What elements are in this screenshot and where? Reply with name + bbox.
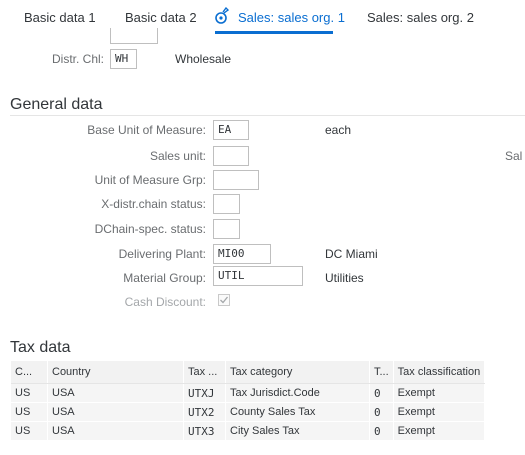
dchain-status-field[interactable] bbox=[213, 219, 240, 239]
sales-tab-icon bbox=[214, 6, 230, 25]
cell-tax-class-code[interactable]: 0 bbox=[369, 402, 394, 422]
cell-tax-type: UTXJ bbox=[183, 383, 226, 403]
material-group-description: Utilities bbox=[325, 271, 364, 285]
base-uom-description: each bbox=[325, 123, 352, 137]
tax-data-title: Tax data bbox=[10, 339, 71, 356]
tab-bar: Basic data 1 Basic data 2 Sales: sales o… bbox=[0, 0, 525, 34]
column-header-country[interactable]: Country bbox=[47, 361, 184, 384]
cell-country-key: US bbox=[11, 383, 48, 403]
cell-tax-class-code[interactable]: 0 bbox=[369, 421, 394, 441]
cell-tax-category: Tax Jurisdict.Code bbox=[225, 383, 370, 403]
tab-basic-data-2[interactable]: Basic data 2 bbox=[125, 10, 197, 25]
cell-tax-classification: Exempt bbox=[393, 421, 486, 441]
tab-basic-data-1[interactable]: Basic data 1 bbox=[24, 10, 96, 25]
column-header-tax-class-code[interactable]: T... bbox=[369, 361, 394, 384]
sales-unit-field[interactable] bbox=[213, 146, 249, 166]
general-data-title: General data bbox=[10, 96, 103, 113]
general-data-divider bbox=[10, 115, 525, 116]
cell-country: USA bbox=[47, 383, 184, 403]
sales-unit-cut-label: Sal bbox=[505, 149, 523, 163]
cell-tax-category: City Sales Tax bbox=[225, 421, 370, 441]
sales-unit-label: Sales unit: bbox=[149, 149, 206, 163]
column-header-tax-type[interactable]: Tax ... bbox=[183, 361, 226, 384]
table-row[interactable]: US USA UTX3 City Sales Tax 0 Exempt bbox=[11, 421, 486, 441]
cell-tax-type: UTX2 bbox=[183, 402, 226, 422]
cash-discount-label: Cash Discount: bbox=[124, 295, 206, 309]
tab-sales-org-2[interactable]: Sales: sales org. 2 bbox=[367, 10, 474, 25]
table-row[interactable]: US USA UTX2 County Sales Tax 0 Exempt bbox=[11, 402, 486, 422]
cell-tax-category: County Sales Tax bbox=[225, 402, 370, 422]
cell-country-key: US bbox=[11, 421, 48, 441]
tax-data-table: C... Country Tax ... Tax category T... T… bbox=[11, 361, 486, 441]
delivering-plant-label: Delivering Plant: bbox=[118, 247, 206, 261]
base-uom-label: Base Unit of Measure: bbox=[87, 123, 206, 137]
column-header-country-key[interactable]: C... bbox=[11, 361, 48, 384]
checkmark-icon bbox=[220, 296, 229, 304]
tab-sales-org-1[interactable]: Sales: sales org. 1 bbox=[238, 10, 345, 25]
distr-chl-label: Distr. Chl: bbox=[51, 52, 104, 66]
uom-group-field[interactable] bbox=[213, 170, 259, 190]
uom-group-label: Unit of Measure Grp: bbox=[94, 173, 206, 187]
cell-tax-class-code[interactable]: 0 bbox=[369, 383, 394, 403]
material-group-label: Material Group: bbox=[123, 271, 206, 285]
delivering-plant-field[interactable]: MI00 bbox=[213, 244, 271, 264]
column-header-tax-category[interactable]: Tax category bbox=[225, 361, 370, 384]
cut-off-field[interactable] bbox=[110, 28, 158, 44]
delivering-plant-description: DC Miami bbox=[325, 247, 378, 261]
material-group-field[interactable]: UTIL bbox=[213, 266, 303, 286]
distr-chl-description: Wholesale bbox=[175, 52, 232, 66]
cell-country: USA bbox=[47, 402, 184, 422]
xdistr-status-field[interactable] bbox=[213, 194, 240, 214]
column-header-tax-classification[interactable]: Tax classification bbox=[393, 361, 486, 384]
active-tab-indicator bbox=[215, 31, 333, 34]
cell-tax-classification: Exempt bbox=[393, 383, 486, 403]
cell-country: USA bbox=[47, 421, 184, 441]
base-uom-field[interactable]: EA bbox=[213, 120, 249, 140]
cash-discount-checkbox[interactable] bbox=[218, 294, 230, 306]
cell-tax-classification: Exempt bbox=[393, 402, 486, 422]
dchain-status-label: DChain-spec. status: bbox=[94, 222, 206, 236]
xdistr-status-label: X-distr.chain status: bbox=[101, 197, 206, 211]
cell-tax-type: UTX3 bbox=[183, 421, 226, 441]
distr-chl-field[interactable]: WH bbox=[110, 49, 137, 69]
cell-country-key: US bbox=[11, 402, 48, 422]
tax-table-header: C... Country Tax ... Tax category T... T… bbox=[11, 361, 486, 384]
table-row[interactable]: US USA UTXJ Tax Jurisdict.Code 0 Exempt bbox=[11, 383, 486, 403]
